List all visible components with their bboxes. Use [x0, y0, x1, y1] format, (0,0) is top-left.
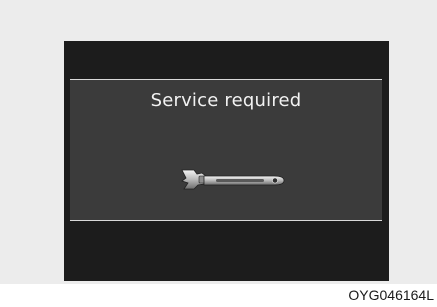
- service-message: Service required: [150, 90, 302, 111]
- wrench-icon: [181, 169, 285, 190]
- figure-code: OYG046164L: [348, 287, 434, 303]
- message-panel: Service required: [70, 79, 382, 221]
- cluster-display: Service required: [64, 41, 389, 281]
- illustration-frame: Service required: [0, 0, 437, 284]
